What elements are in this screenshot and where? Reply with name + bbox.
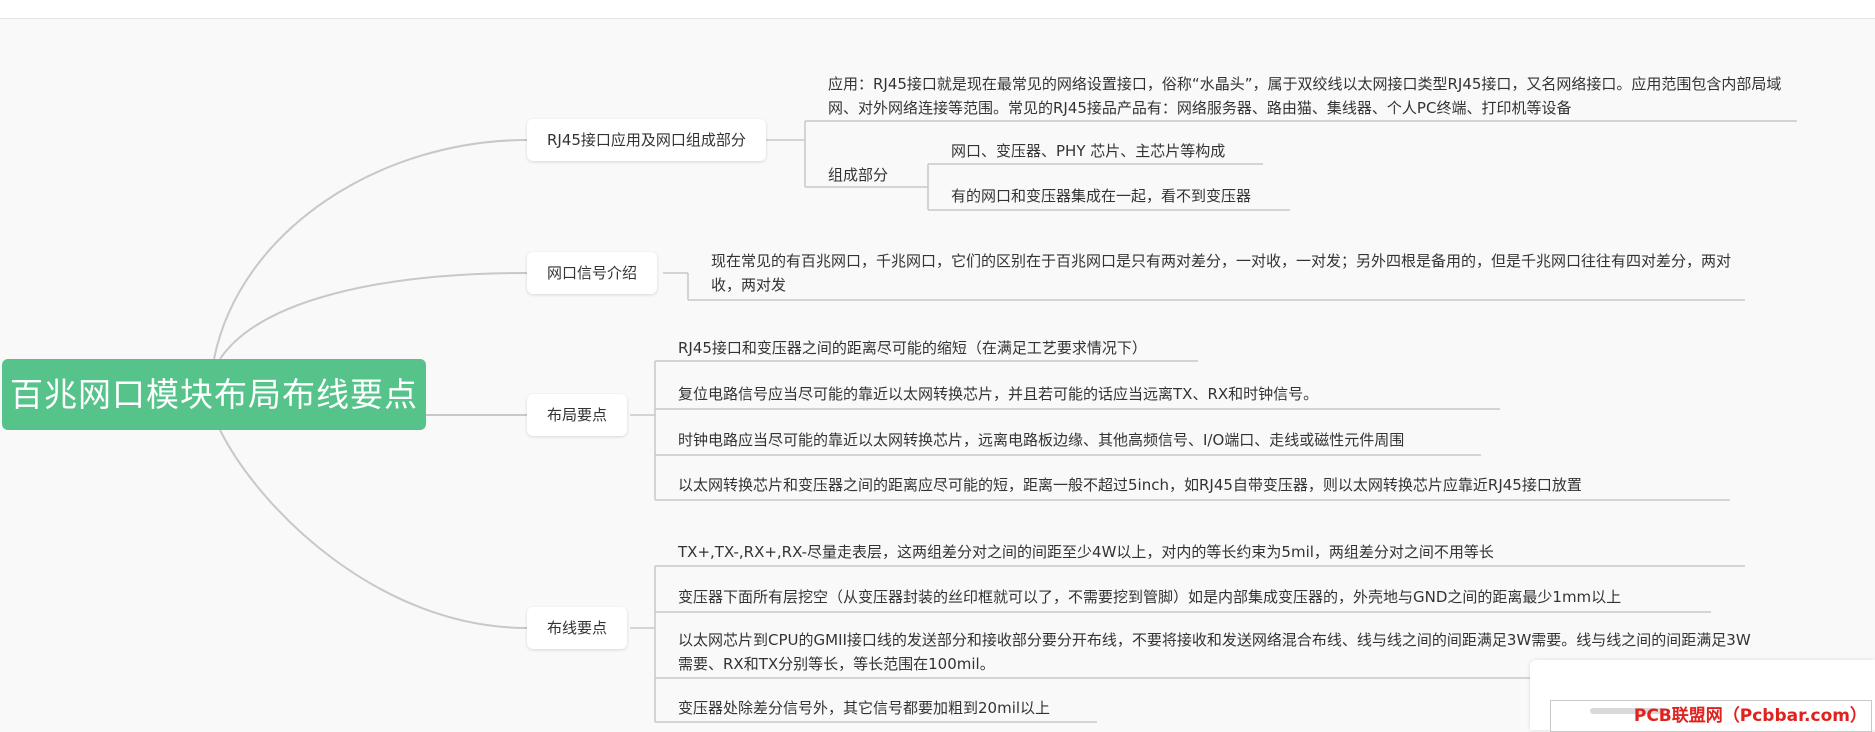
layout-item[interactable]: 时钟电路应当尽可能的靠近以太网转换芯片，远离电路板边缘、其他高频信号、I/O端口…: [678, 428, 1404, 452]
layout-item[interactable]: RJ45接口和变压器之间的距离尽可能的缩短（在满足工艺要求情况下）: [678, 336, 1147, 360]
root-link-routing: [219, 429, 528, 629]
composition-item[interactable]: 有的网口和变压器集成在一起，看不到变压器: [951, 184, 1251, 208]
routing-item[interactable]: TX+,TX-,RX+,RX-尽量走表层，这两组差分对之间的间距至少4W以上，对…: [678, 540, 1494, 564]
root-topic[interactable]: 百兆网口模块布局布线要点: [2, 359, 426, 430]
watermark-text: PCB联盟网（Pcbbar.com）: [1633, 706, 1867, 726]
routing-item[interactable]: 变压器处除差分信号外，其它信号都要加粗到20mil以上: [678, 696, 1050, 720]
root-link-signal: [219, 272, 528, 360]
composition-node[interactable]: 组成部分: [828, 164, 888, 185]
corner-panel: PCB联盟网（Pcbbar.com）: [1530, 660, 1875, 732]
root-link-rj45: [213, 139, 528, 360]
branch-rj45[interactable]: RJ45接口应用及网口组成部分: [527, 119, 766, 161]
signal-item[interactable]: 现在常见的有百兆网口，千兆网口，它们的区别在于百兆网口是只有两对差分，一对收，一…: [711, 249, 1731, 297]
layout-item[interactable]: 以太网转换芯片和变压器之间的距离应尽可能的短，距离一般不超过5inch，如RJ4…: [678, 473, 1582, 497]
branch-signal[interactable]: 网口信号介绍: [527, 252, 658, 294]
branch-routing[interactable]: 布线要点: [527, 607, 628, 649]
composition-item[interactable]: 网口、变压器、PHY 芯片、主芯片等构成: [951, 139, 1225, 163]
routing-item[interactable]: 变压器下面所有层挖空（从变压器封装的丝印框就可以了，不需要挖到管脚）如是内部集成…: [678, 585, 1621, 609]
rj45-application-node[interactable]: 应用：RJ45接口就是现在最常见的网络设置接口，俗称“水晶头”，属于双绞线以太网…: [828, 72, 1788, 120]
branch-layout[interactable]: 布局要点: [527, 394, 628, 436]
layout-item[interactable]: 复位电路信号应当尽可能的靠近以太网转换芯片，并且若可能的话应当远离TX、RX和时…: [678, 382, 1318, 406]
